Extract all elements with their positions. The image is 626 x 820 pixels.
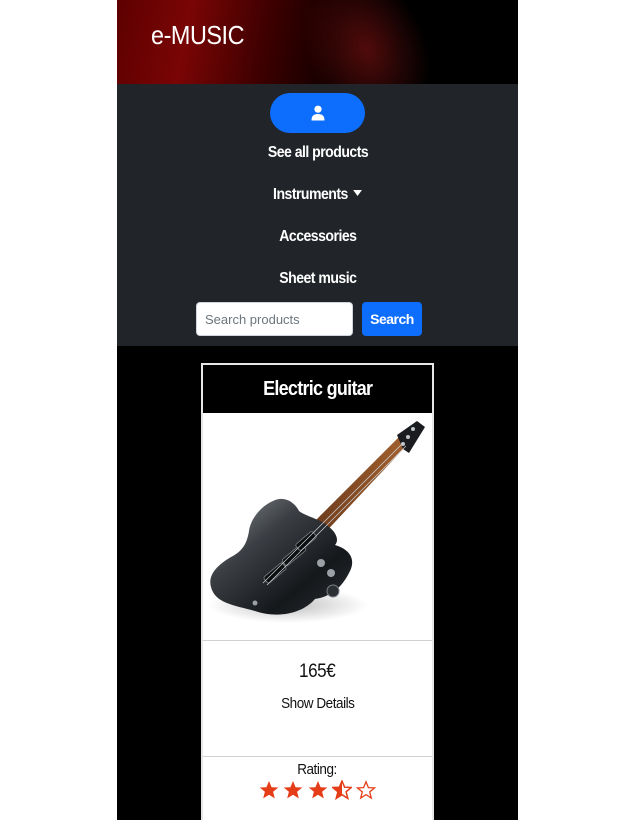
nav-see-all-products[interactable]: See all products bbox=[117, 144, 518, 162]
user-icon bbox=[311, 105, 324, 121]
nav-sheet-music-label: Sheet music bbox=[278, 270, 357, 287]
product-info: 165€ Show Details bbox=[203, 641, 432, 757]
header-background bbox=[278, 0, 456, 84]
rating-stars bbox=[203, 780, 432, 802]
user-account-button[interactable] bbox=[270, 93, 365, 133]
nav-see-all-label: See all products bbox=[267, 144, 368, 161]
page-viewport: e-MUSIC See all products Instruments Acc… bbox=[117, 0, 518, 820]
product-price: 165€ bbox=[299, 661, 336, 682]
star-empty-icon bbox=[356, 780, 377, 800]
product-card: Electric guitar 165€ Show Details Rating… bbox=[201, 363, 434, 820]
nav-instruments-label: Instruments bbox=[273, 186, 348, 203]
navbar: See all products Instruments Accessories… bbox=[117, 84, 518, 346]
rating-label: Rating: bbox=[297, 761, 338, 778]
header-banner: e-MUSIC bbox=[117, 0, 518, 84]
nav-accessories[interactable]: Accessories bbox=[117, 228, 518, 246]
star-half-icon bbox=[331, 780, 352, 800]
product-image[interactable] bbox=[203, 413, 432, 641]
nav-instruments-dropdown[interactable]: Instruments bbox=[117, 186, 518, 204]
star-full-icon bbox=[259, 781, 278, 799]
search-button[interactable]: Search bbox=[362, 302, 422, 336]
show-details-link[interactable]: Show Details bbox=[203, 695, 432, 712]
product-title: Electric guitar bbox=[203, 365, 432, 413]
search-input[interactable] bbox=[196, 302, 353, 336]
star-full-icon bbox=[308, 781, 327, 799]
nav-accessories-label: Accessories bbox=[278, 228, 357, 245]
brand-logo-text[interactable]: e-MUSIC bbox=[151, 20, 245, 51]
electric-guitar-image bbox=[208, 421, 425, 623]
star-full-icon bbox=[283, 781, 303, 799]
nav-sheet-music[interactable]: Sheet music bbox=[117, 270, 518, 288]
caret-down-icon bbox=[353, 190, 362, 196]
